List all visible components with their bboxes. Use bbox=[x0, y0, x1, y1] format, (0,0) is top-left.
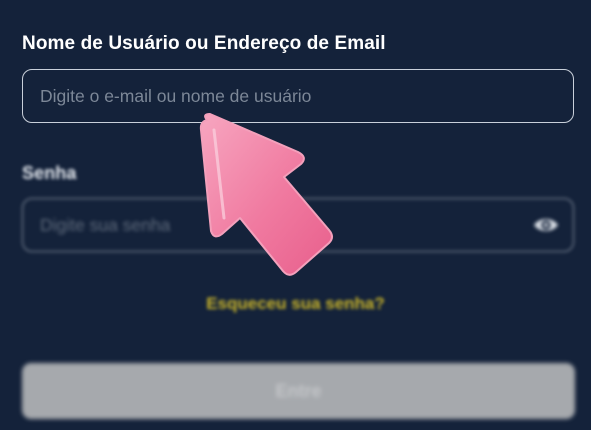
login-form: Nome de Usuário ou Endereço de Email Dig… bbox=[0, 0, 591, 430]
submit-label: Entre bbox=[275, 380, 322, 401]
password-label: Senha bbox=[22, 163, 77, 183]
username-placeholder: Digite o e-mail ou nome de usuário bbox=[40, 85, 312, 106]
forgot-password-link[interactable]: Esqueceu sua senha? bbox=[0, 294, 591, 314]
pointer-arrow-icon bbox=[199, 113, 333, 276]
submit-button[interactable]: Entre bbox=[22, 363, 575, 419]
password-placeholder: Digite sua senha bbox=[40, 214, 171, 235]
username-field[interactable]: Digite o e-mail ou nome de usuário bbox=[22, 69, 574, 123]
eye-icon[interactable] bbox=[533, 214, 559, 236]
password-field[interactable]: Digite sua senha bbox=[22, 198, 574, 252]
username-label: Nome de Usuário ou Endereço de Email bbox=[22, 33, 386, 54]
